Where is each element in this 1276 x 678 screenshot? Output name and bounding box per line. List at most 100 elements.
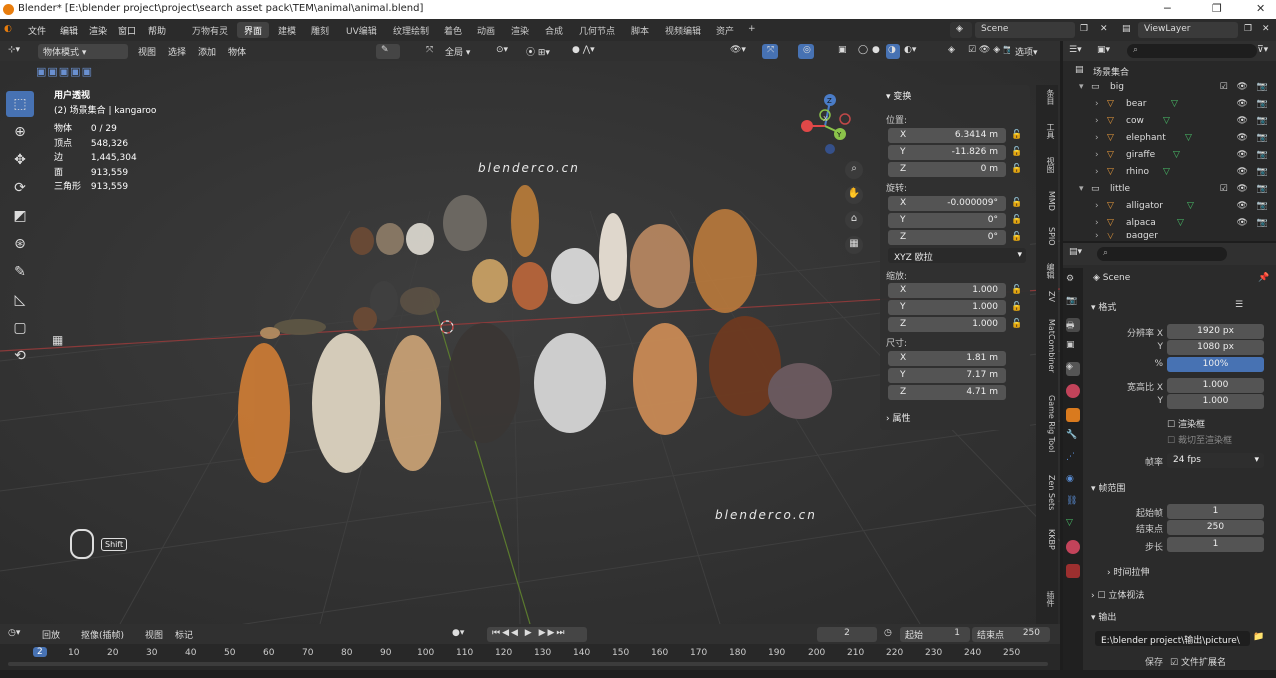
modifier-tab-icon[interactable]: 🔧 <box>1066 430 1080 444</box>
scale-tool-icon[interactable]: ◩ <box>6 203 34 229</box>
checkbox-icon[interactable]: ☑ 👁 ◈ 📷 <box>968 45 1014 55</box>
outliner-root[interactable]: ▤ 场景集合 <box>1063 63 1276 79</box>
current-frame-field[interactable]: 2 <box>817 627 877 642</box>
aspect-x-field[interactable]: 1.000 <box>1167 378 1264 393</box>
select-mode-icons[interactable]: ▣▣▣▣▣ <box>36 65 93 78</box>
overlay-toggle-icon[interactable]: ◎ <box>798 44 814 59</box>
transform-orientation-icon[interactable]: ⤧ <box>426 45 433 55</box>
particles-tab-icon[interactable]: ⋰ <box>1066 452 1080 466</box>
zoom-icon[interactable]: ⌕ <box>845 161 863 179</box>
properties-subpanel-header[interactable]: › 属性 <box>886 411 910 424</box>
stereoscopy-section-header[interactable]: › ☐ 立体视法 <box>1091 588 1144 601</box>
sidebar-tab-game-rig-tool[interactable]: Game Rig Tool <box>1038 395 1056 452</box>
outliner-object[interactable]: › ▽ alligator ▽ 👁 📷 <box>1063 199 1276 215</box>
timeline-start-field[interactable]: 起始 1 <box>900 627 970 642</box>
outliner-object[interactable]: › ▽ badger <box>1063 233 1276 241</box>
maximize-button[interactable]: ❐ <box>1212 2 1222 15</box>
object-tab-icon[interactable] <box>1066 408 1080 422</box>
close-icon[interactable]: ✕ <box>1262 24 1270 34</box>
workspace-tab[interactable]: 纹理绘制 <box>386 22 436 38</box>
view-layer-selector[interactable]: ViewLayer <box>1138 22 1238 38</box>
xray-icon[interactable]: ▣ <box>838 45 847 55</box>
workspace-tab[interactable]: 脚本 <box>624 22 656 38</box>
visibility-toggles[interactable]: 👁 📷 <box>1237 201 1272 211</box>
menu-object[interactable]: 物体 <box>228 45 246 58</box>
lock-icon[interactable]: 🔓 <box>1011 130 1022 140</box>
render-tab-icon[interactable]: 📷 <box>1066 296 1080 310</box>
menu-marker[interactable]: 标记 <box>175 628 193 641</box>
view-layer-icon[interactable]: ▤ <box>1122 24 1131 34</box>
extra-tool-icon[interactable]: ⟲ <box>6 343 34 369</box>
location-z-field[interactable]: Z0 m <box>888 162 1006 177</box>
rotation-x-field[interactable]: X -0.000009° <box>888 196 1006 211</box>
select-box-tool-icon[interactable]: ⬚ <box>6 91 34 117</box>
snap-icon[interactable]: ⦿ ⊞▾ <box>526 45 550 58</box>
timeline-end-field[interactable]: 结束点 250 <box>972 627 1050 642</box>
file-extension-checkbox[interactable]: ☑ 文件扩展名 <box>1170 655 1226 668</box>
lock-icon[interactable]: 🔓 <box>1011 164 1022 174</box>
annotate-tool-icon[interactable]: ✎ <box>6 259 34 285</box>
physics-tab-icon[interactable]: ◉ <box>1066 474 1080 488</box>
menu-render[interactable]: 渲染 <box>89 24 107 37</box>
location-y-field[interactable]: Y -11.826 m <box>888 145 1006 160</box>
menu-file[interactable]: 文件 <box>28 24 46 37</box>
lock-icon[interactable]: 🔓 <box>1011 285 1022 295</box>
blender-menu-icon[interactable]: ◐ <box>4 24 12 34</box>
resolution-y-field[interactable]: 1080 px <box>1167 340 1264 355</box>
outliner-object[interactable]: › ▽ cow ▽ 👁 📷 <box>1063 114 1276 130</box>
editor-type-icon[interactable]: ⊹▾ <box>8 45 20 55</box>
scene-selector[interactable]: Scene <box>975 22 1075 38</box>
menu-window[interactable]: 窗口 <box>118 24 136 37</box>
shading-solid-icon[interactable]: ● <box>872 45 880 55</box>
outliner-object[interactable]: › ▽ elephant ▽ 👁 📷 <box>1063 131 1276 147</box>
workspace-tab[interactable]: 渲染 <box>504 22 536 38</box>
dimension-z-field[interactable]: Z 4.71 m <box>888 385 1006 400</box>
visibility-toggles[interactable]: 👁 📷 <box>1237 150 1272 160</box>
preset-list-icon[interactable]: ☰ <box>1235 300 1243 310</box>
crop-checkbox[interactable]: ☐ 裁切至渲染框 <box>1167 433 1232 446</box>
visibility-toggles[interactable]: 👁 📷 <box>1237 133 1272 143</box>
lock-icon[interactable]: 🔓 <box>1011 302 1022 312</box>
tool-tab-icon[interactable]: ⚙ <box>1066 274 1080 288</box>
lock-icon[interactable]: 🔓 <box>1011 319 1022 329</box>
sidebar-tab-spio[interactable]: SPIO <box>1038 227 1056 246</box>
filter-icon[interactable]: ⊽▾ <box>1257 45 1268 55</box>
workspace-tab[interactable]: 着色 <box>437 22 469 38</box>
timeline-ruler[interactable]: 2 10 20 30 40 50 60 70 80 90 100 110 120… <box>0 644 1060 670</box>
editor-type-icon[interactable]: ▤▾ <box>1069 247 1082 257</box>
workspace-tab[interactable]: 视频编辑 <box>658 22 708 38</box>
workspace-tab[interactable]: 动画 <box>470 22 502 38</box>
scale-y-field[interactable]: Y 1.000 <box>888 300 1006 315</box>
outliner-collection[interactable]: ▾ ▭ big ☑ 👁 📷 <box>1063 80 1276 96</box>
pan-hand-icon[interactable]: ✋ <box>845 186 863 204</box>
data-tab-icon[interactable]: ▽ <box>1066 518 1080 532</box>
transform-panel-header[interactable]: ▾ 变换 <box>886 89 911 102</box>
playhead[interactable]: 2 <box>33 647 47 657</box>
eyedropper-icon[interactable]: ✎ <box>376 44 400 59</box>
sidebar-tab-zen-sets[interactable]: Zen Sets <box>1038 475 1056 510</box>
menu-view[interactable]: 视图 <box>145 628 163 641</box>
sidebar-tab-item[interactable]: 条目 <box>1038 89 1056 105</box>
editor-type-icon[interactable]: ☰▾ <box>1069 45 1082 55</box>
location-x-field[interactable]: X 6.3414 m <box>888 128 1006 143</box>
output-section-header[interactable]: ▾ 输出 <box>1091 610 1116 623</box>
sidebar-tab-matcombiner[interactable]: MatCombiner <box>1038 319 1056 373</box>
cursor-tool-icon[interactable]: ⊕ <box>6 119 34 145</box>
render-region-checkbox[interactable]: ☐ 渲染框 <box>1167 417 1205 430</box>
workspace-tab[interactable]: 几何节点 <box>572 22 622 38</box>
camera-view-icon[interactable]: ⌂ <box>845 211 863 229</box>
sidebar-tab-mmd[interactable]: MMD <box>1038 191 1056 211</box>
visibility-toggles[interactable]: 👁 📷 <box>1237 167 1272 177</box>
outliner-collection[interactable]: ▾ ▭ little ☑ 👁 📷 <box>1063 182 1276 198</box>
visibility-toggles[interactable]: ☑ 👁 📷 <box>1220 82 1271 92</box>
frame-step-field[interactable]: 1 <box>1167 537 1264 552</box>
navigation-gizmo[interactable]: Z Y X <box>795 91 855 161</box>
outliner-object[interactable]: › ▽ bear ▽ 👁 📷 <box>1063 97 1276 113</box>
scale-z-field[interactable]: Z 1.000 <box>888 317 1006 332</box>
scene-tab-icon[interactable]: ◈ <box>1066 362 1080 376</box>
measure-tool-icon[interactable]: ◺ <box>6 287 34 313</box>
move-tool-icon[interactable]: ✥ <box>6 147 34 173</box>
visibility-toggles[interactable]: ☑ 👁 📷 <box>1220 184 1271 194</box>
options-icon[interactable]: ◈ <box>948 45 955 55</box>
shading-material-icon[interactable]: ◑ <box>886 44 900 59</box>
